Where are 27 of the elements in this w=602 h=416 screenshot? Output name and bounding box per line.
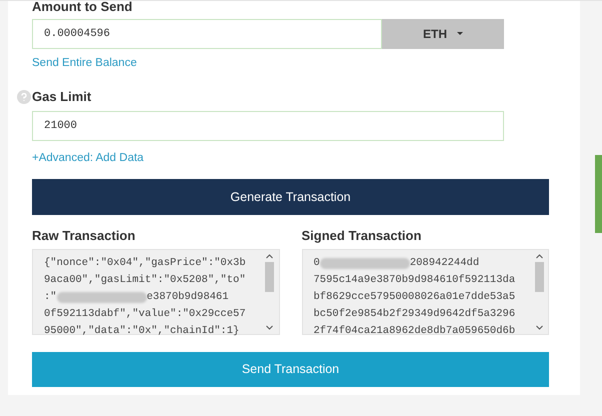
field-label: Signed Transaction: [302, 227, 422, 245]
code-text: e3870b9d98461: [146, 290, 229, 304]
code-text: bf8629cce57950008026a01e7dde53a5: [314, 290, 516, 304]
scroll-down-icon[interactable]: [536, 324, 542, 330]
code-text: 0: [314, 256, 320, 270]
field-label: Gas Limit: [32, 88, 92, 106]
scroll-down-icon[interactable]: [266, 324, 273, 330]
field-label: Raw Transaction: [32, 227, 136, 245]
code-text: 7595c14a9e3870b9d984610f592113da: [314, 272, 516, 288]
scroll-up-icon[interactable]: [536, 254, 542, 258]
scroll-up-icon[interactable]: [266, 254, 273, 258]
scrollbar[interactable]: [533, 254, 545, 330]
text-area[interactable]: 0 208942244dd 7595c14a9e3870b9d984610f592113da bf8629cce57950008026a01e7dde53a5 bc50f2e9854b2f29349d9642df5a3296 2f74f04ca21a8962de8db7a059650d6b: [302, 248, 549, 334]
code-text: 9aca00","gasLimit":"0x5208","to": [44, 272, 246, 288]
generate-transaction-button[interactable]: Generate Transaction: [32, 179, 549, 215]
gas-limit-input[interactable]: 21000: [32, 110, 504, 141]
amount-input[interactable]: 0.00004596: [32, 19, 382, 49]
code-text: 0f592113dabf","value":"0x29cce57: [44, 306, 246, 322]
code-text: 208942244dd: [410, 256, 480, 270]
scrollbar[interactable]: [264, 254, 276, 330]
currency-dropdown[interactable]: ETH: [382, 19, 504, 49]
field-label: Amount to Send: [32, 1, 134, 15]
code-text: :": [44, 290, 57, 304]
code-text: {"nonce":"0x04","gasPrice":"0x3b: [44, 256, 246, 270]
caret-icon: [457, 32, 463, 36]
text-area[interactable]: {"nonce":"0x04","gasPrice":"0x3b 9aca00","gasLimit":"0x5208","to" :" e3870b9d98461 0f592113dabf","value":"0x29cce57 95000","data":"0x","chainId":1}: [32, 248, 280, 334]
code-text: bc50f2e9854b2f29349d9642df5a3296: [314, 306, 516, 322]
